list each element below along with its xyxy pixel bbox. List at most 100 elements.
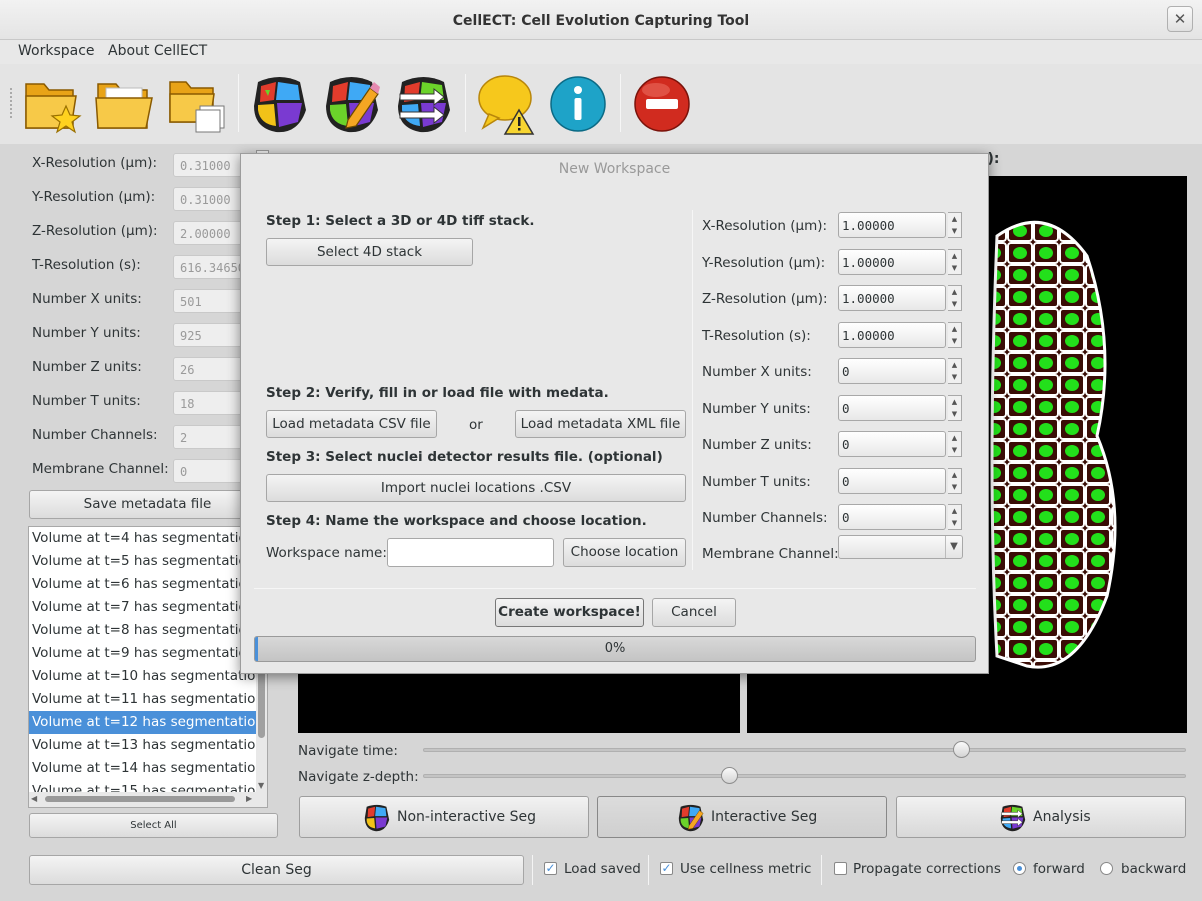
dialog-field-spinbox[interactable]: 0	[838, 431, 946, 457]
use-cellness-checkbox[interactable]: ✓	[660, 862, 673, 875]
dialog-field-label: Number Z units:	[702, 437, 812, 453]
load-metadata-csv-button[interactable]: Load metadata CSV file	[266, 410, 437, 438]
non-interactive-seg-button[interactable]: Non-interactive Seg	[299, 796, 589, 838]
volume-list-item[interactable]: Volume at t=12 has segmentation	[29, 711, 267, 734]
volume-list-item[interactable]: Volume at t=4 has segmentation	[29, 527, 267, 550]
volume-list-item[interactable]: Volume at t=11 has segmentation	[29, 688, 267, 711]
export-segmentation-button[interactable]	[392, 70, 456, 138]
folder-files-icon	[169, 81, 225, 133]
stop-icon	[634, 76, 690, 132]
dialog-field-spinbox[interactable]: 1.00000	[838, 212, 946, 238]
toolbar-grip	[10, 88, 13, 118]
volume-list-item[interactable]: Volume at t=10 has segmentation	[29, 665, 267, 688]
forward-radio[interactable]	[1013, 862, 1026, 875]
spin-arrows-icon[interactable]: ▲ ▼	[948, 504, 962, 530]
close-window-button[interactable]: ✕	[1167, 6, 1193, 32]
segmentation-tool-button[interactable]	[248, 70, 312, 138]
load-saved-checkbox[interactable]: ✓	[544, 862, 557, 875]
navigate-z-label: Navigate z-depth:	[298, 769, 419, 785]
non-interactive-seg-label: Non-interactive Seg	[397, 809, 536, 825]
propagate-corrections-checkbox[interactable]	[834, 862, 847, 875]
info-button[interactable]	[547, 70, 611, 138]
scroll-left-arrow-icon[interactable]: ◀	[31, 794, 37, 803]
volume-list-item[interactable]: Volume at t=7 has segmentation	[29, 596, 267, 619]
volume-list-vscroll-thumb[interactable]	[258, 668, 265, 738]
edit-segmentation-icon	[326, 77, 380, 133]
cancel-button[interactable]: Cancel	[652, 598, 736, 627]
metadata-label: Y-Resolution (µm):	[32, 189, 156, 205]
dialog-field-spinbox[interactable]: 0	[838, 395, 946, 421]
load-metadata-xml-button[interactable]: Load metadata XML file	[515, 410, 686, 438]
select-all-button[interactable]: Select All	[29, 813, 278, 838]
volume-list-item[interactable]: Volume at t=13 has segmentation	[29, 734, 267, 757]
report-issue-button[interactable]	[475, 70, 539, 138]
backward-radio[interactable]	[1100, 862, 1113, 875]
dialog-field-spinbox[interactable]: 1.00000	[838, 322, 946, 348]
volume-list[interactable]: Volume at t=4 has segmentation Volume at …	[28, 526, 268, 808]
time-slider-track[interactable]	[423, 748, 1186, 752]
dialog-field-spinbox[interactable]: 0	[838, 468, 946, 494]
edit-segmentation-button[interactable]	[320, 70, 384, 138]
dialog-field-spinbox[interactable]: 0	[838, 358, 946, 384]
interactive-seg-button[interactable]: Interactive Seg	[597, 796, 887, 838]
spin-arrows-icon[interactable]: ▲ ▼	[948, 358, 962, 384]
metadata-label: X-Resolution (µm):	[32, 155, 158, 171]
dialog-field-label: Number T units:	[702, 474, 811, 490]
metadata-value-field: 0	[173, 459, 243, 483]
metadata-label: T-Resolution (s):	[32, 257, 141, 273]
dialog-field-label: Number X units:	[702, 364, 812, 380]
scroll-right-arrow-icon[interactable]: ▶	[246, 794, 252, 803]
checkmark-icon: ✓	[661, 861, 672, 875]
volume-list-item[interactable]: Volume at t=14 has segmentation	[29, 757, 267, 780]
backward-label: backward	[1121, 861, 1187, 877]
open-workspace-button[interactable]	[94, 70, 158, 138]
dialog-field-spinbox[interactable]: 0	[838, 504, 946, 530]
dialog-field-spinbox[interactable]: 1.00000	[838, 249, 946, 275]
metadata-label: Number Channels:	[32, 427, 158, 443]
import-nuclei-button[interactable]: Import nuclei locations .CSV	[266, 474, 686, 502]
clean-seg-button[interactable]: Clean Seg	[29, 855, 524, 885]
exit-button[interactable]	[630, 70, 694, 138]
volume-list-item[interactable]: Volume at t=6 has segmentation	[29, 573, 267, 596]
dialog-field-spinbox[interactable]: 1.00000	[838, 285, 946, 311]
z-slider-track[interactable]	[423, 774, 1186, 778]
window-title: CellECT: Cell Evolution Capturing Tool	[0, 0, 1202, 40]
use-cellness-label: Use cellness metric	[680, 861, 812, 877]
menu-about[interactable]: About CellECT	[108, 43, 207, 59]
spin-arrows-icon[interactable]: ▲ ▼	[948, 468, 962, 494]
metadata-label: Number Y units:	[32, 325, 141, 341]
open-workspace-star-icon	[25, 83, 82, 134]
choose-location-button[interactable]: Choose location	[563, 538, 686, 567]
save-metadata-button[interactable]: Save metadata file	[29, 490, 266, 519]
membrane-channel-combo[interactable]: ▼	[838, 535, 963, 559]
separator	[532, 855, 533, 885]
workspace-name-input[interactable]	[387, 538, 554, 567]
volume-list-item[interactable]: Volume at t=9 has segmentation	[29, 642, 267, 665]
new-workspace-button[interactable]	[22, 70, 86, 138]
volume-list-item[interactable]: Volume at t=5 has segmentation	[29, 550, 267, 573]
dialog-field-label: Y-Resolution (µm):	[702, 255, 826, 271]
scroll-down-arrow-icon[interactable]: ▼	[258, 781, 264, 790]
spin-arrows-icon[interactable]: ▲ ▼	[948, 285, 962, 311]
create-workspace-button[interactable]: Create workspace!	[495, 598, 644, 627]
separator	[821, 855, 822, 885]
volume-list-item[interactable]: Volume at t=8 has segmentation	[29, 619, 267, 642]
load-saved-label: Load saved	[564, 861, 641, 877]
analysis-button[interactable]: Analysis	[896, 796, 1186, 838]
select-4d-stack-button[interactable]: Select 4D stack	[266, 238, 473, 266]
propagate-corrections-label: Propagate corrections	[853, 861, 1001, 877]
z-slider-handle[interactable]	[721, 767, 739, 784]
save-workspace-as-button[interactable]	[166, 70, 230, 138]
membrane-channel-label: Membrane Channel:	[702, 546, 839, 562]
spin-arrows-icon[interactable]: ▲ ▼	[948, 395, 962, 421]
menu-workspace[interactable]: Workspace	[18, 43, 95, 59]
spin-arrows-icon[interactable]: ▲ ▼	[948, 322, 962, 348]
spin-arrows-icon[interactable]: ▲ ▼	[948, 212, 962, 238]
menu-bar: Workspace About CellECT	[0, 40, 1202, 64]
spin-arrows-icon[interactable]: ▲ ▼	[948, 249, 962, 275]
spin-arrows-icon[interactable]: ▲ ▼	[948, 431, 962, 457]
new-workspace-dialog: New Workspace Step 1: Select a 3D or 4D …	[240, 153, 989, 674]
volume-list-hscroll-thumb[interactable]	[45, 796, 235, 802]
dialog-field-label: Z-Resolution (µm):	[702, 291, 828, 307]
time-slider-handle[interactable]	[952, 741, 970, 758]
